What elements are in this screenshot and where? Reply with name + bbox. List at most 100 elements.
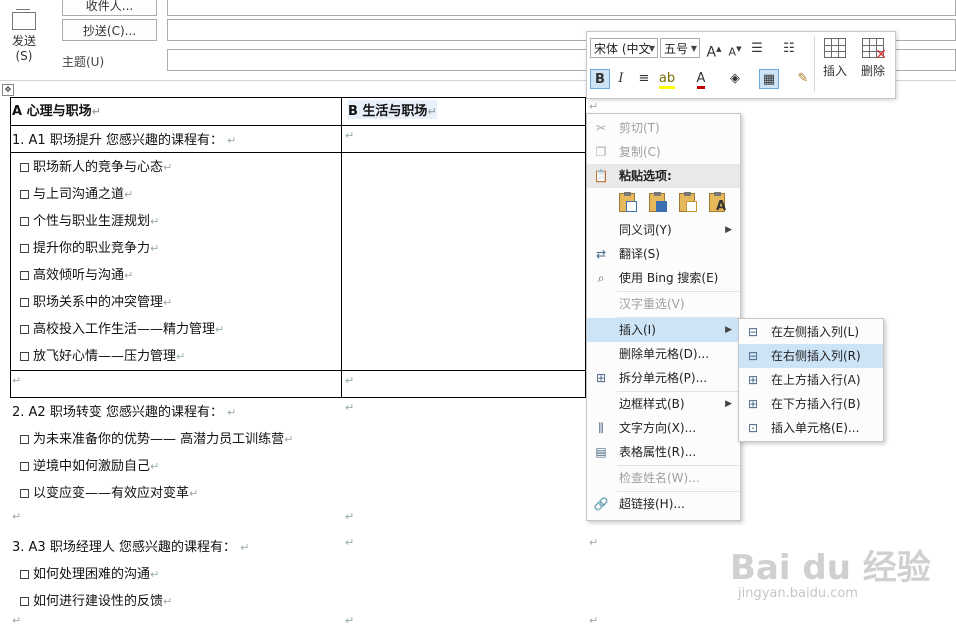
section-3-title[interactable]: 3. A3 职场经理人 您感兴趣的课程有： ↵ [12, 536, 249, 555]
submenu-item-insert-right[interactable]: ⊟ 在右侧插入列(R) [739, 344, 883, 368]
copy-icon: ❐ [595, 145, 607, 159]
cell-mark: ↵ [12, 614, 22, 627]
list-item[interactable]: 与上司沟通之道↵ [20, 183, 133, 202]
delete-button[interactable]: ✕ 删除 [854, 34, 892, 90]
column-b-header[interactable]: B 生活与职场↵ [348, 100, 437, 119]
menu-item-hyperlink[interactable]: 🔗 超链接(H)... [587, 492, 740, 516]
scissors-icon: ✂ [595, 121, 607, 135]
section-2-title[interactable]: 2. A2 职场转变 您感兴趣的课程有： ↵ [12, 401, 236, 420]
paste-nest-table-icon[interactable] [677, 191, 699, 215]
bullets-icon[interactable]: ☰ [747, 39, 767, 59]
delete-label: 删除 [860, 64, 885, 78]
borders-icon[interactable]: ▦ [759, 69, 779, 89]
insert-label: 插入 [822, 64, 847, 78]
send-shortcut-label: (S) [15, 49, 33, 63]
paste-options-row: A [617, 191, 737, 217]
cell-mark: ↵ [12, 510, 22, 523]
checkbox-bullet-icon [20, 298, 29, 307]
submenu-arrow-icon: ▶ [725, 325, 732, 335]
table-border [10, 152, 586, 153]
insert-submenu: ⊟ 在左侧插入列(L) ⊟ 在右侧插入列(R) ⊞ 在上方插入行(A) ⊞ 在下方插入行… [738, 318, 884, 442]
clipboard-icon: 📋 [593, 169, 609, 183]
menu-item-check-name[interactable]: 检查姓名(W)... [587, 466, 740, 490]
table-border [10, 97, 11, 398]
list-item[interactable]: 高效倾听与沟通↵ [20, 264, 133, 283]
list-item[interactable]: 如何处理困难的沟通↵ [20, 563, 159, 582]
to-button[interactable]: 收件人... [62, 0, 157, 16]
menu-item-table-properties[interactable]: ▤ 表格属性(R)... [587, 440, 740, 464]
submenu-item-insert-above[interactable]: ⊞ 在上方插入行(A) [739, 368, 883, 392]
submenu-item-insert-below[interactable]: ⊞ 在下方插入行(B) [739, 392, 883, 416]
cc-button[interactable]: 抄送(C)... [62, 19, 157, 41]
paste-keep-source-icon[interactable] [617, 191, 639, 215]
table-move-handle-icon[interactable]: ✥ [2, 84, 14, 96]
list-item[interactable]: 逆境中如何激励自己↵ [20, 455, 159, 474]
center-align-icon[interactable]: ≡ [634, 69, 654, 89]
list-item[interactable]: 高校投入工作生活——精力管理↵ [20, 318, 224, 337]
list-item[interactable]: 以变应变——有效应对变革↵ [20, 482, 198, 501]
cell-mark: ↵ [345, 536, 355, 549]
menu-item-synonym[interactable]: 同义词(Y) ▶ [587, 218, 740, 242]
list-item[interactable]: 提升你的职业竞争力↵ [20, 237, 159, 256]
cell-mark: ↵ [345, 374, 355, 387]
menu-item-bing-search[interactable]: ⌕ 使用 Bing 搜索(E) [587, 266, 740, 290]
cell-mark: ↵ [345, 510, 355, 523]
insert-row-above-icon: ⊞ [747, 373, 759, 387]
submenu-arrow-icon: ▶ [725, 225, 732, 235]
menu-item-text-direction[interactable]: ⫼ 文字方向(X)... [587, 416, 740, 440]
format-painter-icon[interactable]: ✎ [793, 69, 813, 89]
insert-column-right-icon: ⊟ [747, 349, 759, 363]
context-menu: ✂ 剪切(T) ❐ 复制(C) 📋 粘贴选项: A 同义词(Y) ▶ ⇄ 翻译(S) ⌕ 使… [586, 113, 741, 521]
section-1-title[interactable]: 1. A1 职场提升 您感兴趣的课程有： ↵ [12, 129, 236, 148]
column-a-header[interactable]: A 心理与职场↵ [12, 100, 101, 119]
list-item[interactable]: 放飞好心情——压力管理↵ [20, 345, 185, 364]
list-item[interactable]: 职场新人的竞争与心态↵ [20, 156, 172, 175]
paste-text-only-icon[interactable]: A [707, 191, 729, 215]
mini-toolbar: 宋体 (中文 ▼ 五号 ▼ A▲ A▼ ☰ ☷ 插入 ✕ 删除 B I ≡ ab A… [586, 31, 896, 99]
cell-mark: ↵ [345, 614, 355, 627]
font-color-icon[interactable]: A [691, 69, 711, 89]
menu-item-split-cells[interactable]: ⊞ 拆分单元格(P)... [587, 366, 740, 390]
font-size-select[interactable]: 五号 ▼ [660, 38, 700, 58]
numbering-icon[interactable]: ☷ [779, 39, 799, 59]
menu-item-cut[interactable]: ✂ 剪切(T) [587, 116, 740, 140]
shrink-font-icon[interactable]: A▼ [725, 39, 745, 59]
checkbox-bullet-icon [20, 244, 29, 253]
menu-item-delete-cells[interactable]: 删除单元格(D)... [587, 342, 740, 366]
submenu-item-insert-cells[interactable]: ⊡ 插入单元格(E)... [739, 416, 883, 440]
search-icon: ⌕ [597, 271, 605, 285]
translate-icon: ⇄ [595, 247, 607, 261]
paste-merge-table-icon[interactable] [647, 191, 669, 215]
row-end-mark: ↵ [589, 614, 599, 627]
cell-mark: ↵ [345, 129, 355, 142]
submenu-item-insert-left[interactable]: ⊟ 在左侧插入列(L) [739, 320, 883, 344]
text-direction-icon: ⫼ [598, 421, 604, 435]
shading-icon[interactable]: ◈ [725, 69, 745, 89]
send-button[interactable]: 发送 (S) [0, 0, 48, 76]
insert-button[interactable]: 插入 [816, 34, 854, 90]
checkbox-bullet-icon [20, 163, 29, 172]
font-name-select[interactable]: 宋体 (中文 ▼ [590, 38, 658, 58]
list-item[interactable]: 个性与职业生涯规划↵ [20, 210, 159, 229]
highlight-color-icon[interactable]: ab [657, 69, 677, 89]
list-item[interactable]: 如何进行建设性的反馈↵ [20, 590, 172, 609]
baidu-watermark-url: jingyan.baidu.com [738, 586, 858, 601]
menu-item-copy[interactable]: ❐ 复制(C) [587, 140, 740, 164]
checkbox-bullet-icon [20, 352, 29, 361]
menu-item-insert[interactable]: 插入(I) ▶ [587, 318, 740, 342]
menu-item-translate[interactable]: ⇄ 翻译(S) [587, 242, 740, 266]
grow-font-icon[interactable]: A▲ [704, 39, 724, 61]
menu-item-border-style[interactable]: 边框样式(B) ▶ [587, 392, 740, 416]
checkbox-bullet-icon [20, 489, 29, 498]
to-field[interactable] [167, 0, 956, 16]
table-border [10, 397, 586, 398]
list-item[interactable]: 职场关系中的冲突管理↵ [20, 291, 172, 310]
checkbox-bullet-icon [20, 217, 29, 226]
menu-item-hanzi-reselect[interactable]: 汉字重选(V) [587, 292, 740, 316]
italic-button[interactable]: I [611, 69, 631, 89]
checkbox-bullet-icon [20, 462, 29, 471]
bold-button[interactable]: B [590, 69, 610, 89]
submenu-arrow-icon: ▶ [725, 399, 732, 409]
checkbox-bullet-icon [20, 325, 29, 334]
list-item[interactable]: 为未来准备你的优势—— 高潜力员工训练营↵ [20, 428, 293, 447]
